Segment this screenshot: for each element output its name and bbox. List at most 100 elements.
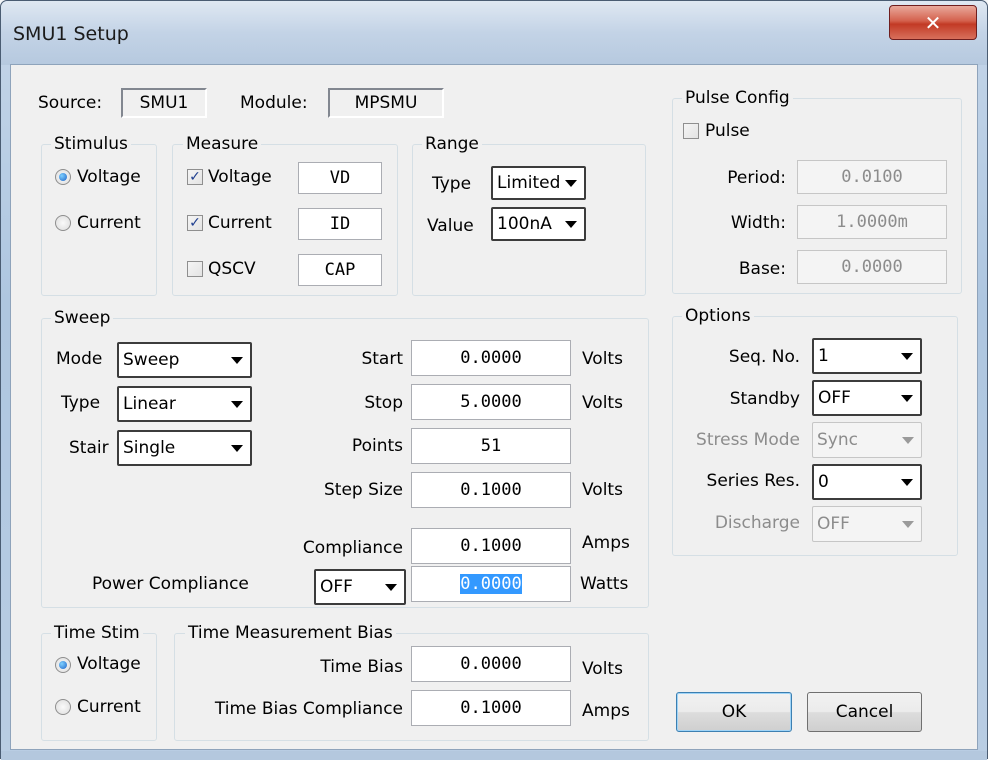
- sweep-points-label: Points: [351, 436, 403, 456]
- standby-select[interactable]: OFF: [812, 380, 922, 416]
- sweep-group-title: Sweep: [51, 308, 114, 328]
- time-stim-voltage-label[interactable]: Voltage: [77, 653, 141, 675]
- discharge-value: OFF: [817, 514, 850, 534]
- sweep-stair-select[interactable]: Single: [117, 430, 252, 466]
- range-value-label: Value: [427, 216, 474, 236]
- time-bias-unit: Volts: [582, 659, 623, 679]
- stress-mode-select[interactable]: Sync: [812, 422, 922, 458]
- module-field: MPSMU: [328, 88, 444, 118]
- discharge-select[interactable]: OFF: [812, 506, 922, 542]
- discharge-label: Discharge: [714, 513, 800, 533]
- close-icon: ✕: [924, 10, 942, 35]
- series-res-value: 0: [818, 472, 829, 492]
- chevron-down-icon: [902, 521, 914, 528]
- sweep-type-label: Type: [61, 393, 101, 413]
- source-label: Source:: [38, 93, 103, 113]
- sweep-stop-label: Stop: [364, 393, 403, 413]
- sweep-type-select[interactable]: Linear: [117, 386, 252, 422]
- power-compliance-input[interactable]: 0.0000: [411, 566, 571, 602]
- pulse-base-label: Base:: [738, 259, 786, 279]
- time-bias-input[interactable]: 0.0000: [411, 646, 571, 682]
- pulse-base-input[interactable]: 0.0000: [797, 250, 947, 284]
- sweep-mode-select[interactable]: Sweep: [117, 342, 252, 378]
- pulse-checkbox[interactable]: [683, 123, 699, 139]
- range-type-label: Type: [432, 174, 472, 194]
- sweep-step-size-unit: Volts: [582, 480, 623, 500]
- power-compliance-label: Power Compliance: [92, 574, 249, 594]
- chevron-down-icon: [231, 357, 243, 364]
- time-stim-voltage-radio[interactable]: [55, 657, 71, 673]
- measure-voltage-label[interactable]: Voltage: [208, 166, 272, 188]
- close-button[interactable]: ✕: [889, 5, 977, 40]
- checkmark-icon: ✓: [189, 215, 201, 231]
- sweep-stair-label: Stair: [69, 438, 109, 458]
- measure-qscv-checkbox[interactable]: [187, 261, 203, 277]
- power-compliance-value: 0.0000: [460, 574, 522, 594]
- pulse-width-input[interactable]: 1.0000m: [797, 205, 947, 239]
- ok-button[interactable]: OK: [676, 692, 792, 732]
- chevron-down-icon: [901, 479, 913, 486]
- title-bar[interactable]: SMU1 Setup ✕: [1, 1, 987, 65]
- time-stim-group: [41, 633, 157, 741]
- time-bias-compliance-unit: Amps: [582, 701, 630, 721]
- time-stim-current-label[interactable]: Current: [77, 696, 141, 718]
- cancel-button[interactable]: Cancel: [807, 692, 922, 732]
- standby-value: OFF: [818, 388, 851, 408]
- range-value-value: 100nA: [497, 214, 552, 234]
- time-bias-compliance-input[interactable]: 0.1000: [411, 690, 571, 726]
- chevron-down-icon: [231, 445, 243, 452]
- sweep-compliance-input[interactable]: 0.1000: [411, 528, 571, 564]
- pulse-config-group-title: Pulse Config: [682, 88, 793, 108]
- sweep-compliance-unit: Amps: [582, 533, 630, 553]
- chevron-down-icon: [901, 353, 913, 360]
- series-res-select[interactable]: 0: [812, 464, 922, 500]
- sweep-mode-label: Mode: [56, 349, 103, 369]
- stimulus-voltage-label[interactable]: Voltage: [77, 166, 141, 188]
- stress-mode-value: Sync: [817, 430, 858, 450]
- time-bias-label: Time Bias: [320, 657, 403, 677]
- sweep-start-unit: Volts: [582, 349, 623, 369]
- stimulus-current-label[interactable]: Current: [77, 212, 141, 234]
- sweep-stop-input[interactable]: 5.0000: [411, 384, 571, 420]
- standby-label: Standby: [729, 389, 800, 409]
- sweep-step-size-label: Step Size: [323, 480, 403, 500]
- stimulus-current-radio[interactable]: [55, 215, 71, 231]
- measure-qscv-name-input[interactable]: CAP: [298, 254, 382, 286]
- sweep-start-input[interactable]: 0.0000: [411, 340, 571, 376]
- sweep-mode-value: Sweep: [123, 350, 180, 370]
- range-group-title: Range: [422, 134, 482, 154]
- sweep-stop-unit: Volts: [582, 393, 623, 413]
- options-group-title: Options: [682, 306, 754, 326]
- source-field: SMU1: [121, 88, 207, 118]
- window-title: SMU1 Setup: [13, 23, 129, 45]
- stimulus-voltage-radio[interactable]: [55, 169, 71, 185]
- range-value-select[interactable]: 100nA: [491, 207, 586, 241]
- chevron-down-icon: [902, 437, 914, 444]
- stimulus-group-title: Stimulus: [51, 134, 131, 154]
- sweep-points-input[interactable]: 51: [411, 428, 571, 464]
- time-stim-current-radio[interactable]: [55, 699, 71, 715]
- chevron-down-icon: [231, 401, 243, 408]
- range-type-value: Limited: [497, 173, 561, 193]
- power-compliance-select[interactable]: OFF: [314, 569, 406, 605]
- module-label: Module:: [240, 93, 308, 113]
- time-bias-compliance-label: Time Bias Compliance: [214, 699, 403, 719]
- seq-no-label: Seq. No.: [728, 347, 800, 367]
- seq-no-select[interactable]: 1: [812, 338, 922, 374]
- chevron-down-icon: [901, 395, 913, 402]
- power-compliance-unit: Watts: [580, 574, 629, 594]
- measure-voltage-checkbox[interactable]: ✓: [187, 169, 203, 185]
- measure-current-name-input[interactable]: ID: [298, 208, 382, 240]
- sweep-stair-value: Single: [123, 438, 176, 458]
- pulse-checkbox-label[interactable]: Pulse: [705, 120, 750, 142]
- measure-current-checkbox[interactable]: ✓: [187, 215, 203, 231]
- sweep-step-size-input[interactable]: 0.1000: [411, 472, 571, 508]
- range-type-select[interactable]: Limited: [491, 166, 586, 200]
- stress-mode-label: Stress Mode: [696, 430, 800, 450]
- measure-qscv-label[interactable]: QSCV: [208, 258, 256, 280]
- pulse-period-input[interactable]: 0.0100: [797, 160, 947, 194]
- chevron-down-icon: [385, 584, 397, 591]
- power-compliance-state: OFF: [320, 577, 353, 597]
- measure-current-label[interactable]: Current: [208, 212, 272, 234]
- measure-voltage-name-input[interactable]: VD: [298, 162, 382, 194]
